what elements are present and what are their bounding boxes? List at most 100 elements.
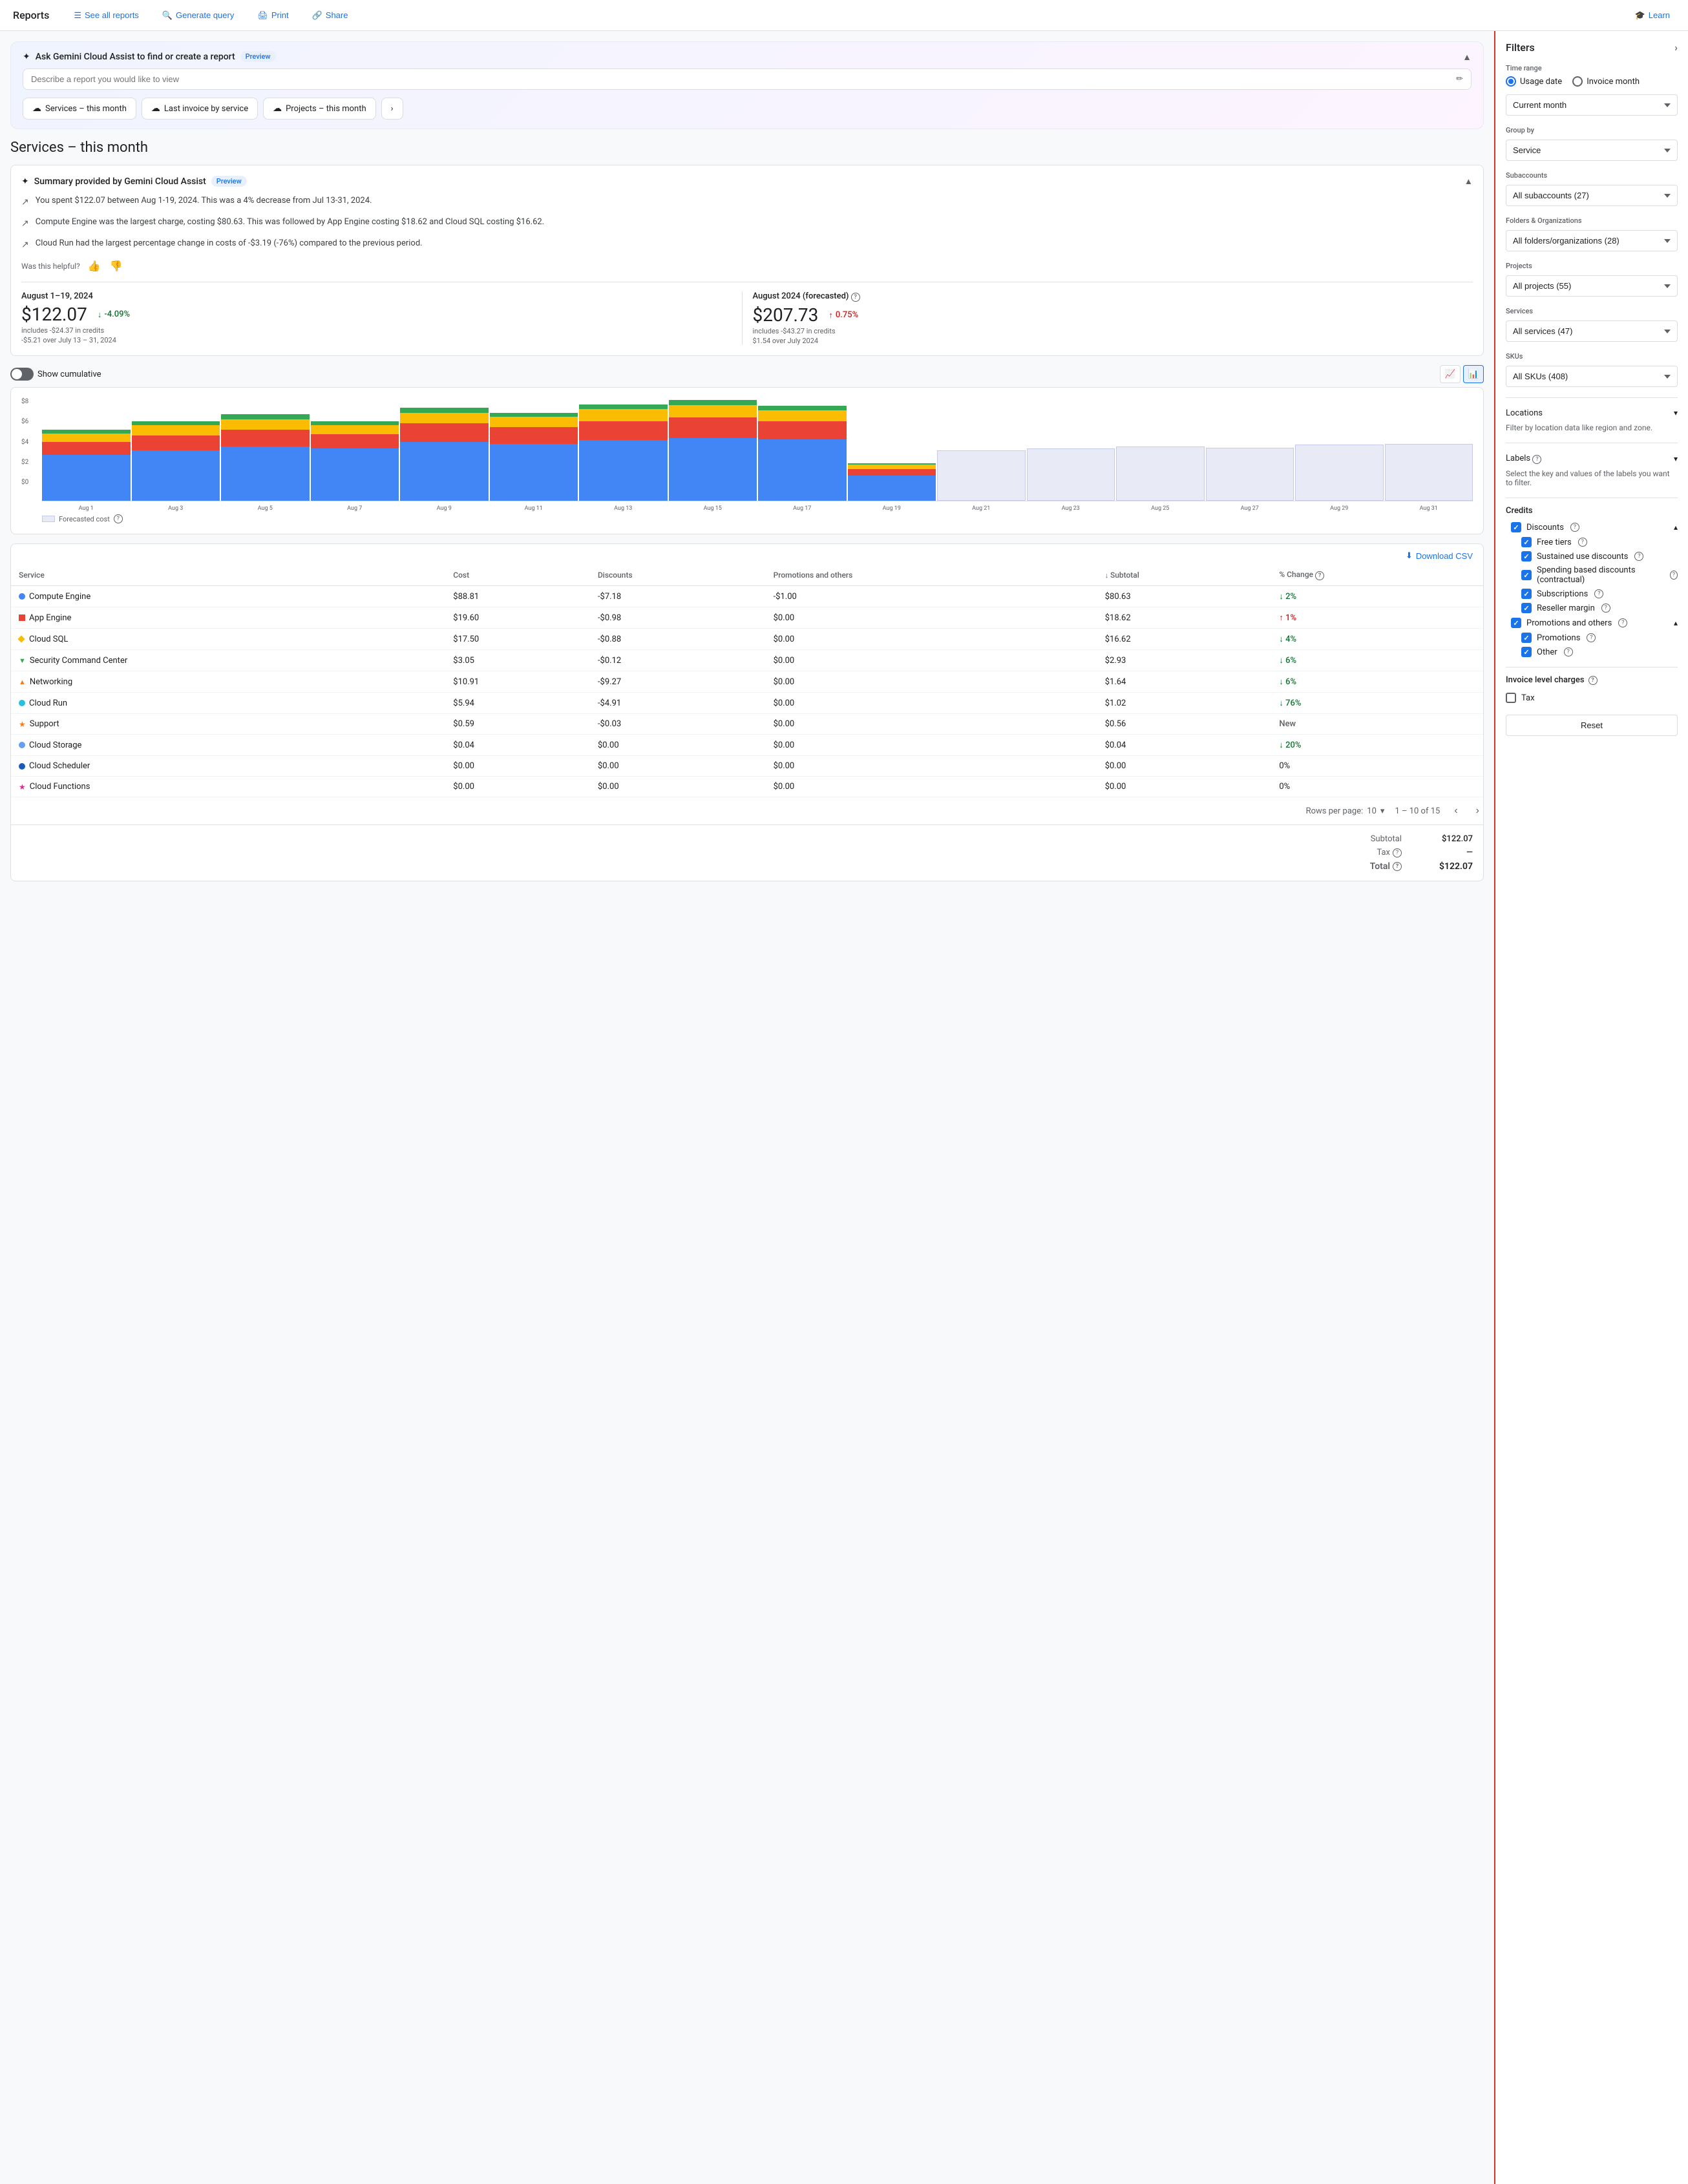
forecast-help-icon[interactable]: ? — [851, 293, 860, 302]
invoice-month-radio[interactable]: Invoice month — [1572, 76, 1640, 87]
service-cell: Cloud Run — [19, 698, 438, 708]
discounts-item: Discounts ? — [1506, 520, 1678, 535]
promotions-cell: -$1.00 — [766, 586, 1097, 607]
services-select[interactable]: All services (47) — [1506, 320, 1678, 342]
table-header: ⬇ Download CSV — [11, 544, 1483, 565]
line-chart-button[interactable]: 📈 — [1440, 365, 1461, 383]
rows-dropdown-icon[interactable]: ▾ — [1380, 806, 1385, 816]
see-all-reports-button[interactable]: ☰ See all reports — [69, 8, 143, 23]
table-row: Cloud Scheduler $0.00 $0.00 $0.00 $0.00 … — [11, 756, 1483, 777]
filters-expand-icon[interactable] — [1674, 41, 1678, 54]
sustained-help-icon[interactable]: ? — [1634, 552, 1643, 561]
generate-query-button[interactable]: 🔍 Generate query — [157, 8, 240, 23]
tax-checkbox[interactable] — [1506, 693, 1516, 703]
total-value: $122.07 — [1428, 861, 1473, 872]
service-name: Cloud Run — [29, 698, 67, 708]
tab-last-invoice[interactable]: ☁ Last invoice by service — [142, 98, 258, 120]
folders-select[interactable]: All folders/organizations (28) — [1506, 230, 1678, 251]
summary-bullet-3: ↗ Cloud Run had the largest percentage c… — [21, 237, 1473, 252]
bar-group-13 — [1206, 398, 1294, 501]
spending-based-checkbox[interactable] — [1521, 570, 1532, 580]
change-help-icon[interactable]: ? — [1315, 571, 1324, 580]
subtotal-cell: $0.00 — [1097, 756, 1272, 777]
group-by-select[interactable]: Service — [1506, 140, 1678, 161]
other-checkbox[interactable] — [1521, 647, 1532, 657]
locations-collapsible[interactable]: Locations — [1506, 406, 1678, 421]
services-label: Services — [1506, 307, 1678, 315]
reset-button[interactable]: Reset — [1506, 715, 1678, 736]
chart-card: $8 $6 $4 $2 $0 Aug 1Aug 3Aug 5Aug 7Aug 9… — [10, 387, 1484, 534]
service-name-cell: Cloud Storage — [11, 735, 445, 756]
projects-select[interactable]: All projects (55) — [1506, 275, 1678, 297]
labels-collapsible[interactable]: Labels ? — [1506, 451, 1678, 467]
discounts-chevron-icon[interactable] — [1674, 523, 1678, 532]
tab-services-this-month[interactable]: ☁ Services – this month — [23, 98, 136, 120]
promotions-others-item: Promotions and others ? — [1506, 615, 1678, 631]
th-service: Service — [11, 565, 445, 586]
feedback-row: Was this helpful? 👍 👎 — [21, 258, 1473, 274]
filter-subaccounts: Subaccounts All subaccounts (27) — [1506, 171, 1678, 206]
tax-help-icon[interactable]: ? — [1393, 848, 1402, 857]
promotions-help-icon[interactable]: ? — [1587, 633, 1596, 642]
list-icon: ☰ — [74, 10, 81, 21]
prev-page-button[interactable]: ‹ — [1450, 804, 1461, 818]
sustained-use-checkbox[interactable] — [1521, 551, 1532, 562]
free-tiers-checkbox[interactable] — [1521, 537, 1532, 547]
learn-button[interactable]: 🎓 Learn — [1630, 8, 1675, 23]
reseller-help-icon[interactable]: ? — [1601, 604, 1610, 613]
y-label-4: $4 — [21, 439, 39, 446]
discounts-cell: -$7.18 — [590, 586, 766, 607]
tab-more[interactable]: › — [381, 98, 403, 120]
free-tiers-help-icon[interactable]: ? — [1578, 538, 1587, 547]
subscriptions-checkbox[interactable] — [1521, 589, 1532, 599]
group-by-label: Group by — [1506, 126, 1678, 134]
filter-folders: Folders & Organizations All folders/orga… — [1506, 216, 1678, 251]
total-help-icon[interactable]: ? — [1393, 862, 1402, 871]
subaccounts-select[interactable]: All subaccounts (27) — [1506, 185, 1678, 206]
locations-chevron-icon — [1674, 408, 1678, 418]
rows-count: 10 — [1367, 806, 1377, 816]
time-range-radio-group: Usage date Invoice month — [1506, 76, 1678, 87]
discounts-checkbox[interactable] — [1511, 522, 1521, 532]
bar-chart-button[interactable]: 📊 — [1463, 365, 1484, 383]
promotions-others-checkbox[interactable] — [1511, 618, 1521, 628]
spending-help-icon[interactable]: ? — [1670, 571, 1678, 580]
forecasted-help-icon[interactable]: ? — [114, 514, 123, 523]
collapse-button[interactable]: ▲ — [1462, 52, 1472, 62]
subtotal-label: Subtotal — [1371, 834, 1402, 844]
print-button[interactable]: 🖨 Print — [252, 8, 293, 23]
promo-others-help-icon[interactable]: ? — [1618, 618, 1627, 627]
metrics-row: August 1–19, 2024 $122.07 ↓ -4.09% inclu… — [21, 282, 1473, 345]
invoice-charges-help-icon[interactable]: ? — [1588, 676, 1598, 685]
rows-per-page: Rows per page: 10 ▾ — [1306, 806, 1385, 816]
subscriptions-help-icon[interactable]: ? — [1594, 589, 1603, 598]
promotions-cell: $0.00 — [766, 629, 1097, 650]
other-help-icon[interactable]: ? — [1564, 647, 1573, 656]
th-cost: Cost — [445, 565, 590, 586]
labels-help-icon[interactable]: ? — [1532, 455, 1541, 464]
share-button[interactable]: 🔗 Share — [307, 8, 353, 23]
promotions-checkbox[interactable] — [1521, 633, 1532, 643]
chart-controls: Show cumulative 📈 📊 — [10, 365, 1484, 383]
service-name-cell: App Engine — [11, 607, 445, 629]
download-csv-button[interactable]: ⬇ Download CSV — [1406, 551, 1473, 561]
discounts-help-icon[interactable]: ? — [1570, 523, 1579, 532]
cumulative-toggle[interactable] — [10, 368, 34, 381]
metric-value-1: $122.07 — [21, 304, 87, 325]
tab-projects-this-month[interactable]: ☁ Projects – this month — [263, 98, 376, 120]
current-month-select[interactable]: Current month — [1506, 94, 1678, 116]
th-change: % Change ? — [1271, 565, 1483, 586]
x-label: Aug 7 — [311, 505, 399, 512]
brand-title: Reports — [13, 9, 49, 21]
reseller-margin-checkbox[interactable] — [1521, 603, 1532, 613]
promotions-chevron-icon[interactable] — [1674, 618, 1678, 628]
discounts-cell: -$9.27 — [590, 671, 766, 693]
gemini-input[interactable] — [31, 74, 1451, 84]
thumbs-up-button[interactable]: 👍 — [87, 258, 102, 274]
summary-collapse-button[interactable]: ▲ — [1464, 176, 1473, 186]
thumbs-down-button[interactable]: 👎 — [109, 258, 124, 274]
change-value: ↓ 76% — [1279, 698, 1301, 708]
skus-select[interactable]: All SKUs (408) — [1506, 366, 1678, 387]
usage-date-radio[interactable]: Usage date — [1506, 76, 1562, 87]
next-page-button[interactable]: › — [1472, 804, 1483, 818]
